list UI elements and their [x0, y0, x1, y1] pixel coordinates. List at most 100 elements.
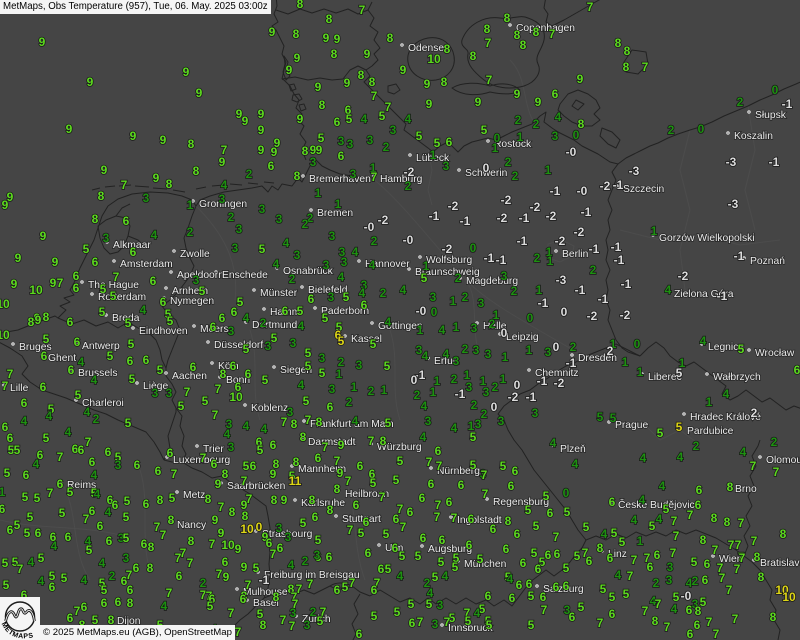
- svg-text:8: 8: [294, 169, 301, 183]
- svg-text:2: 2: [302, 554, 309, 568]
- svg-text:5: 5: [597, 410, 604, 424]
- svg-text:5: 5: [415, 549, 422, 563]
- svg-text:Bratislava: Bratislava: [760, 558, 800, 569]
- svg-text:6: 6: [392, 541, 399, 555]
- svg-text:Regensburg: Regensburg: [493, 497, 549, 508]
- svg-text:4: 4: [439, 323, 446, 337]
- svg-text:-2: -2: [442, 242, 453, 256]
- svg-text:4: 4: [65, 425, 72, 439]
- svg-text:3: 3: [532, 406, 539, 420]
- svg-text:7: 7: [426, 455, 433, 469]
- svg-text:3: 3: [123, 551, 130, 565]
- svg-text:6: 6: [101, 596, 108, 610]
- svg-text:3: 3: [347, 137, 354, 151]
- svg-text:4: 4: [298, 319, 305, 333]
- svg-text:5: 5: [531, 546, 538, 560]
- svg-text:6: 6: [250, 459, 257, 473]
- svg-text:0: 0: [527, 311, 534, 325]
- svg-text:8: 8: [504, 11, 511, 25]
- svg-text:3: 3: [228, 440, 235, 454]
- svg-text:6: 6: [553, 580, 560, 594]
- svg-text:Brussels: Brussels: [78, 368, 117, 379]
- svg-text:4: 4: [105, 505, 112, 519]
- svg-text:Poznań: Poznań: [750, 256, 785, 267]
- svg-text:4: 4: [631, 513, 638, 527]
- svg-text:7: 7: [631, 553, 638, 567]
- svg-text:3: 3: [430, 290, 437, 304]
- svg-text:6: 6: [563, 579, 570, 593]
- svg-text:7: 7: [713, 627, 720, 640]
- svg-text:2: 2: [668, 123, 675, 137]
- svg-text:-1: -1: [614, 253, 625, 267]
- svg-text:6: 6: [686, 603, 693, 617]
- svg-text:5: 5: [128, 337, 135, 351]
- svg-text:5: 5: [500, 459, 507, 473]
- svg-text:Enschede: Enschede: [222, 270, 268, 281]
- svg-text:4: 4: [420, 430, 427, 444]
- svg-text:1: 1: [453, 320, 460, 334]
- svg-text:7: 7: [270, 547, 277, 561]
- svg-text:4: 4: [656, 512, 663, 526]
- svg-text:5: 5: [578, 600, 585, 614]
- svg-text:4: 4: [421, 399, 428, 413]
- svg-text:5: 5: [178, 399, 185, 413]
- svg-text:9: 9: [337, 466, 344, 480]
- svg-text:9: 9: [258, 143, 265, 157]
- svg-text:3: 3: [319, 351, 326, 365]
- svg-text:7: 7: [673, 529, 680, 543]
- svg-text:5: 5: [452, 560, 459, 574]
- svg-text:4: 4: [99, 556, 106, 570]
- svg-text:6: 6: [105, 445, 112, 459]
- svg-text:Plzeň: Plzeň: [560, 444, 586, 455]
- svg-text:Darmstadt: Darmstadt: [308, 437, 356, 448]
- svg-text:0: 0: [491, 400, 498, 414]
- svg-text:7: 7: [728, 538, 735, 552]
- svg-text:8: 8: [520, 38, 527, 52]
- svg-text:6: 6: [230, 359, 237, 373]
- svg-text:7: 7: [712, 543, 719, 557]
- svg-text:Zwolle: Zwolle: [180, 249, 210, 260]
- svg-text:7: 7: [281, 415, 288, 429]
- svg-text:6: 6: [419, 491, 426, 505]
- svg-text:7: 7: [751, 534, 758, 548]
- svg-text:4: 4: [601, 527, 608, 541]
- svg-text:-0: -0: [403, 233, 414, 247]
- svg-text:9: 9: [364, 47, 371, 61]
- svg-text:1: 1: [651, 224, 658, 238]
- svg-text:3: 3: [152, 386, 159, 400]
- svg-text:2: 2: [492, 380, 499, 394]
- svg-text:8: 8: [297, 0, 304, 11]
- svg-text:5: 5: [67, 485, 74, 499]
- svg-text:8: 8: [780, 527, 787, 541]
- svg-text:2: 2: [462, 342, 469, 356]
- svg-text:7: 7: [738, 516, 745, 530]
- svg-text:8: 8: [319, 98, 326, 112]
- svg-text:10: 10: [221, 538, 235, 552]
- svg-text:8: 8: [168, 513, 175, 527]
- svg-text:8: 8: [623, 60, 630, 74]
- svg-text:9: 9: [39, 35, 46, 49]
- svg-text:Prague: Prague: [615, 420, 648, 431]
- svg-text:4: 4: [288, 558, 295, 572]
- svg-text:9: 9: [101, 163, 108, 177]
- svg-text:3: 3: [483, 385, 490, 399]
- svg-text:8: 8: [92, 212, 99, 226]
- svg-text:0: 0: [698, 122, 705, 136]
- svg-text:-1: -1: [613, 178, 624, 192]
- svg-text:-3: -3: [728, 197, 739, 211]
- svg-text:-1: -1: [782, 97, 793, 111]
- svg-text:7: 7: [47, 486, 54, 500]
- svg-text:-3: -3: [629, 164, 640, 178]
- svg-text:6: 6: [458, 478, 465, 492]
- svg-text:9: 9: [338, 438, 345, 452]
- svg-text:6: 6: [176, 569, 183, 583]
- svg-text:7: 7: [74, 604, 81, 618]
- svg-text:9: 9: [269, 25, 276, 39]
- svg-text:7: 7: [2, 379, 9, 393]
- svg-text:3: 3: [232, 241, 239, 255]
- svg-text:-2: -2: [501, 193, 512, 207]
- svg-text:3: 3: [265, 339, 272, 353]
- svg-text:7: 7: [200, 451, 207, 465]
- svg-text:5: 5: [619, 535, 626, 549]
- svg-text:-2: -2: [678, 269, 689, 283]
